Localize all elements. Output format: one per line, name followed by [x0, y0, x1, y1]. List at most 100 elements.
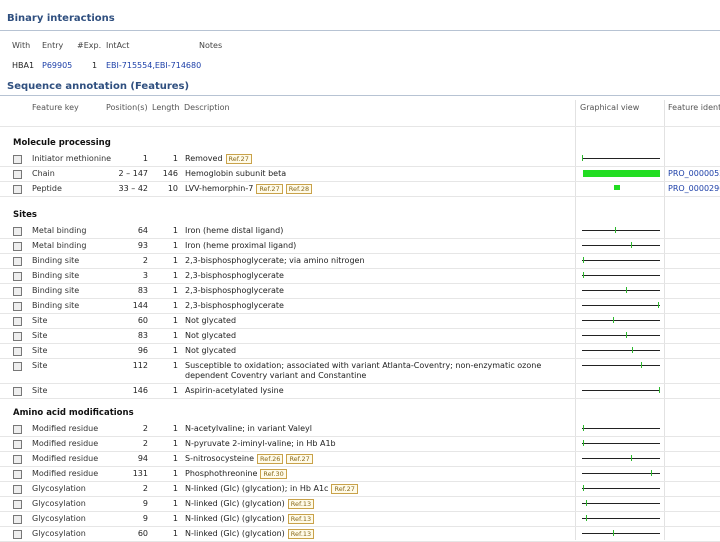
feature-length: 1: [172, 154, 178, 163]
select-checkbox[interactable]: [13, 227, 22, 236]
feature-description: 2,3-bisphosphoglycerate: [185, 301, 575, 310]
feature-position-mark: [583, 272, 584, 278]
feature-position: 33 – 42: [118, 184, 148, 193]
feature-description: Not glycated: [185, 316, 575, 325]
reference-link[interactable]: Ref.13: [287, 529, 315, 539]
reference-link[interactable]: Ref.13: [287, 499, 315, 509]
feature-description: N-linked (Glc) (glycation) Ref.13: [185, 529, 575, 539]
feature-position-mark: [632, 347, 633, 353]
feature-description: Aspirin-acetylated lysine: [185, 386, 575, 395]
feature-key: Modified residue: [32, 469, 99, 478]
select-checkbox[interactable]: [13, 500, 22, 509]
select-checkbox[interactable]: [13, 287, 22, 296]
feature-row: Site 96 1 Not glycated: [0, 344, 720, 359]
description-text: 2,3-bisphosphoglycerate: [185, 301, 284, 310]
select-checkbox[interactable]: [13, 242, 22, 251]
select-checkbox[interactable]: [13, 485, 22, 494]
graphical-track: [582, 387, 660, 393]
feature-description: N-linked (Glc) (glycation); in Hb A1c Ref…: [185, 484, 575, 494]
select-checkbox[interactable]: [13, 455, 22, 464]
reference-link[interactable]: Ref.27: [256, 184, 283, 194]
col-header-length: Length: [152, 103, 180, 112]
feature-position-mark: [626, 332, 627, 338]
feature-position: 2 – 147: [118, 169, 148, 178]
graphical-track: [582, 425, 660, 431]
select-checkbox[interactable]: [13, 155, 22, 164]
feature-length: 1: [172, 286, 178, 295]
select-checkbox[interactable]: [13, 347, 22, 356]
select-checkbox[interactable]: [13, 530, 22, 539]
feature-position: 3: [142, 271, 148, 280]
feature-position-mark: [583, 257, 584, 263]
interaction-intact-link[interactable]: EBI-715554,EBI-714680: [106, 61, 201, 70]
graphical-track: [582, 515, 660, 521]
graphical-track: [582, 500, 660, 506]
select-checkbox[interactable]: [13, 440, 22, 449]
reference-link[interactable]: Ref.30: [260, 469, 287, 479]
description-text: LVV-hemorphin-7: [185, 184, 254, 193]
select-checkbox[interactable]: [13, 317, 22, 326]
feature-identifier-link[interactable]: PRO_0000052: [668, 169, 720, 178]
feature-identifier-link[interactable]: PRO_0000296: [668, 184, 720, 193]
select-checkbox[interactable]: [13, 257, 22, 266]
graphical-track: [582, 317, 660, 323]
select-checkbox[interactable]: [13, 470, 22, 479]
feature-row: Modified residue 2 1 N-acetylvaline; in var…: [0, 422, 720, 437]
feature-length: 1: [172, 241, 178, 250]
feature-position: 146: [132, 386, 148, 395]
feature-key: Initiator methionine: [32, 154, 112, 163]
group-heading: Molecule processing: [13, 138, 111, 148]
feature-length: 1: [172, 484, 178, 493]
interaction-entry-link[interactable]: P69905: [42, 61, 72, 70]
graphical-track: [582, 227, 660, 233]
feature-span-bar: [614, 185, 620, 190]
feature-length: 1: [172, 361, 178, 370]
select-checkbox[interactable]: [13, 302, 22, 311]
graphical-track: [582, 485, 660, 491]
select-checkbox[interactable]: [13, 272, 22, 281]
feature-span-bar: [583, 170, 660, 177]
feature-key: Site: [32, 361, 48, 370]
select-checkbox[interactable]: [13, 332, 22, 341]
interaction-exp-count: 1: [92, 61, 98, 70]
select-checkbox[interactable]: [13, 185, 22, 194]
feature-key: Binding site: [32, 256, 80, 265]
graphical-track: [582, 347, 660, 353]
reference-link[interactable]: Ref.28: [285, 184, 313, 194]
col-header-notes: Notes: [199, 41, 223, 50]
graphical-track: [582, 440, 660, 446]
feature-description: Not glycated: [185, 331, 575, 340]
select-checkbox[interactable]: [13, 362, 22, 371]
graphical-track: [582, 455, 660, 461]
graphical-track: [582, 470, 660, 476]
feature-key: Peptide: [32, 184, 62, 193]
feature-row: Modified residue 94 1 S-nitrosocysteine Ref.…: [0, 452, 720, 467]
reference-link[interactable]: Ref.27: [225, 154, 252, 164]
section-divider: [0, 95, 720, 96]
feature-position-mark: [586, 500, 587, 506]
select-checkbox[interactable]: [13, 387, 22, 396]
feature-position-mark: [615, 227, 616, 233]
feature-position: 83: [137, 286, 148, 295]
reference-link[interactable]: Ref.26: [257, 454, 284, 464]
select-checkbox[interactable]: [13, 170, 22, 179]
reference-link[interactable]: Ref.13: [287, 514, 315, 524]
feature-description: Not glycated: [185, 346, 575, 355]
feature-position-mark: [631, 455, 632, 461]
graphical-track: [582, 257, 660, 263]
description-text: Hemoglobin subunit beta: [185, 169, 287, 178]
feature-description: LVV-hemorphin-7 Ref.27 Ref.28: [185, 184, 575, 194]
description-text: Iron (heme distal ligand): [185, 226, 284, 235]
description-text: N-pyruvate 2-iminyl-valine; in Hb A1b: [185, 439, 336, 448]
select-checkbox[interactable]: [13, 515, 22, 524]
feature-row: Site 112 1 Susceptible to oxidation; associ…: [0, 359, 720, 384]
reference-link[interactable]: Ref.27: [331, 484, 358, 494]
feature-key: Site: [32, 331, 48, 340]
col-header-position: Position(s): [106, 103, 148, 112]
select-checkbox[interactable]: [13, 425, 22, 434]
feature-row: Binding site 144 1 2,3-bisphosphoglycerate: [0, 299, 720, 314]
feature-description: Removed Ref.27: [185, 154, 575, 164]
reference-link[interactable]: Ref.27: [286, 454, 313, 464]
feature-position: 2: [142, 424, 148, 433]
feature-description: Iron (heme distal ligand): [185, 226, 575, 235]
